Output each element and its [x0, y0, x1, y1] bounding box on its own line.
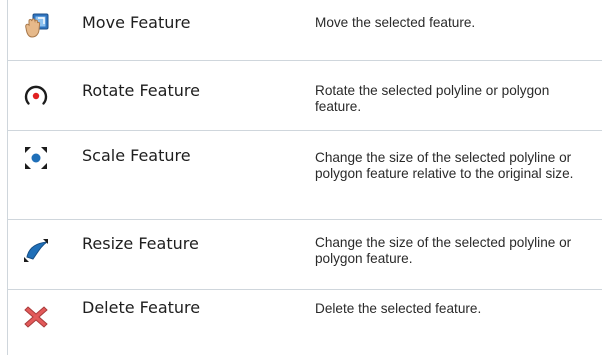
- scale-feature-icon: [22, 144, 50, 172]
- tool-name: Delete Feature: [82, 298, 201, 317]
- tool-row-rotate: Rotate Feature Rotate the selected polyl…: [8, 61, 602, 131]
- tool-name: Resize Feature: [82, 234, 199, 253]
- tool-name: Rotate Feature: [82, 81, 200, 100]
- tool-description: Change the size of the selected polyline…: [315, 150, 574, 181]
- tool-row-resize: Resize Feature Change the size of the se…: [8, 220, 602, 290]
- tool-name: Move Feature: [82, 13, 191, 32]
- tool-name: Scale Feature: [82, 146, 191, 165]
- tool-description: Delete the selected feature.: [315, 301, 482, 316]
- tool-row-scale: Scale Feature Change the size of the sel…: [8, 131, 602, 220]
- delete-feature-icon: [22, 303, 50, 331]
- tool-description: Rotate the selected polyline or polygon …: [315, 83, 550, 114]
- resize-feature-icon: [22, 236, 50, 264]
- tool-row-delete: Delete Feature Delete the selected featu…: [8, 290, 602, 355]
- move-feature-icon: [22, 12, 50, 40]
- rotate-feature-icon: [22, 81, 50, 109]
- tool-row-move: Move Feature Move the selected feature.: [8, 0, 602, 61]
- tool-description: Move the selected feature.: [315, 15, 476, 30]
- tool-description: Change the size of the selected polyline…: [315, 235, 572, 266]
- tool-table: Move Feature Move the selected feature. …: [7, 0, 602, 355]
